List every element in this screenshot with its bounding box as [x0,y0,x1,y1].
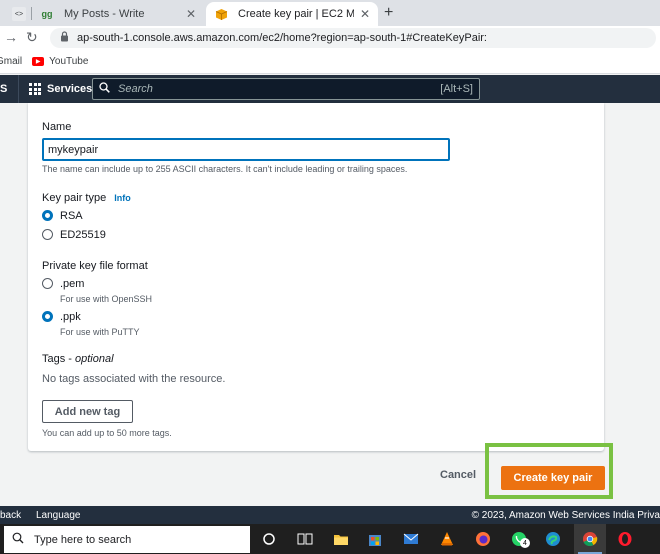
forward-arrow-icon[interactable]: → [4,29,18,45]
file-explorer-icon[interactable] [332,530,350,548]
format-name: .pem [60,278,85,290]
aws-console-header: S Services Search [Alt+S] [0,75,660,103]
new-tab-plus-icon[interactable]: + [384,4,393,22]
notification-badge: 4 [520,538,530,548]
edge-icon[interactable] [544,530,562,548]
cancel-button[interactable]: Cancel [440,469,476,481]
services-menu-button[interactable]: Services [29,83,92,95]
key-pair-name-input[interactable] [42,138,450,161]
radio-label: .ppk For use with PuTTY [60,311,140,338]
tab-my-posts[interactable]: gg My Posts - Write ✕ [32,2,204,26]
radio-label: RSA [60,210,83,222]
radio-selected-icon [42,210,53,221]
radio-unselected-icon [42,278,53,289]
address-bar[interactable]: ap-south-1.console.aws.amazon.com/ec2/ho… [50,28,656,48]
tab-code[interactable]: <> [4,2,30,26]
copyright-text: © 2023, Amazon Web Services India Priva [471,509,660,521]
format-name: .ppk [60,311,81,323]
cortana-circle-icon[interactable] [260,530,278,548]
search-input[interactable]: Search [Alt+S] [92,78,480,100]
feedback-link[interactable]: back [0,510,24,521]
bookmark-youtube[interactable]: ▶ YouTube [32,56,88,67]
search-icon [12,532,24,547]
radio-label: .pem For use with OpenSSH [60,278,152,305]
key-pair-type-label: Key pair type Info [42,192,131,204]
gg-favicon-icon: gg [41,9,53,19]
url-text: ap-south-1.console.aws.amazon.com/ec2/ho… [77,32,487,44]
radio-label: ED25519 [60,229,106,241]
tab-title: My Posts - Write [64,8,145,20]
key-pair-type-text: Key pair type [42,192,107,204]
create-key-pair-button[interactable]: Create key pair [501,466,605,490]
lock-icon [60,31,69,45]
tab-create-key-pair[interactable]: Create key pair | EC2 Manageme ✕ [206,2,378,26]
radio-ppk[interactable]: .ppk For use with PuTTY [42,311,140,338]
opera-icon[interactable] [616,530,634,548]
add-new-tag-button[interactable]: Add new tag [42,400,133,423]
aws-console-footer: back Language © 2023, Amazon Web Service… [0,506,660,524]
windows-taskbar: Type here to search 4 [0,524,660,554]
format-description: For use with PuTTY [60,327,140,337]
info-link[interactable]: Info [114,193,131,203]
mail-icon[interactable] [402,530,420,548]
task-view-icon[interactable] [296,530,314,548]
browser-tab-strip: <> gg My Posts - Write ✕ Create key pair… [0,0,660,26]
chrome-icon[interactable] [581,530,599,548]
taskbar-search-input[interactable]: Type here to search [4,526,250,553]
taskbar-search-placeholder: Type here to search [34,533,132,546]
header-divider [18,75,19,103]
bookmark-label: YouTube [49,56,89,67]
bookmark-gmail[interactable]: Gmail [0,56,22,67]
services-label: Services [47,83,93,95]
radio-ed25519[interactable]: ED25519 [42,229,106,241]
no-tags-message: No tags associated with the resource. [42,373,226,385]
radio-selected-icon [42,311,53,322]
bookmarks-bar: Gmail ▶ YouTube [0,50,660,74]
aws-logo[interactable]: S [0,83,12,95]
code-icon: <> [12,7,26,21]
format-description: For use with OpenSSH [60,294,153,304]
tags-text: Tags - [42,353,76,365]
name-hint: The name can include up to 255 ASCII cha… [42,164,408,174]
tags-optional: optional [75,353,114,365]
browser-toolbar: → ↻ ap-south-1.console.aws.amazon.com/ec… [0,26,660,50]
close-icon[interactable]: ✕ [360,7,370,21]
search-shortcut: [Alt+S] [440,83,473,95]
tab-title: Create key pair | EC2 Manageme [238,8,354,20]
language-link[interactable]: Language [36,510,81,521]
microsoft-store-icon[interactable] [366,530,384,548]
bookmark-label: Gmail [0,56,23,67]
firefox-icon[interactable] [474,530,492,548]
search-icon [99,82,110,96]
radio-unselected-icon [42,229,53,240]
reload-icon[interactable]: ↻ [26,29,38,46]
vlc-icon[interactable] [438,530,456,548]
radio-pem[interactable]: .pem For use with OpenSSH [42,278,152,305]
close-icon[interactable]: ✕ [186,7,196,21]
name-label: Name [42,121,72,133]
key-pair-form-panel: Name The name can include up to 255 ASCI… [28,103,604,451]
grid-icon [29,83,41,95]
aws-box-icon [214,7,228,21]
radio-rsa[interactable]: RSA [42,210,83,222]
tags-hint: You can add up to 50 more tags. [42,428,172,438]
youtube-icon: ▶ [32,57,45,66]
main-content: Name The name can include up to 255 ASCI… [0,103,660,506]
search-placeholder: Search [118,83,153,95]
tags-label: Tags - optional [42,353,114,365]
whatsapp-icon[interactable]: 4 [510,530,530,548]
private-key-format-label: Private key file format [42,260,148,272]
